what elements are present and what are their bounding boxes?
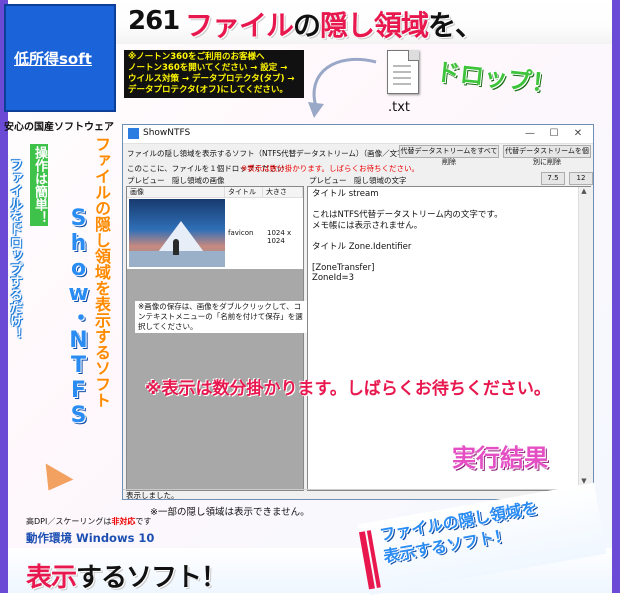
table-cell-size: 1024 x 1024 [267,229,292,245]
app-icon [128,128,139,139]
window-description: ファイルの隠し領域を表示するソフト（NTFS代替データストリーム）（画像／文字） [127,149,413,158]
dpi-note-suffix: です [135,517,152,526]
headline-part: の [293,9,321,42]
norton-notice-line: データプロテクタ(オフ)にしてください。 [128,85,288,95]
window-titlebar[interactable]: ShowNTFS — ☐ ✕ [123,125,593,144]
close-button[interactable]: ✕ [567,127,589,141]
dpi-note: 高DPI／スケーリングは非対応です [26,516,151,527]
right-frame-stripe [612,0,620,593]
scroll-up-icon[interactable]: ▲ [578,187,590,199]
preview-text-label: プレビュー 隠し領域の文字 [309,176,407,185]
headline-part: を、 [428,9,483,42]
headline-text: ファイルの隠し領域を、 [185,4,483,44]
wait-overlay-text: ※表示は数分掛かります。しばらくお待ちください。 [145,379,551,399]
delete-all-streams-button[interactable]: 代替データストリームをすべて削除 [399,145,499,166]
curved-arrow-icon [308,57,377,118]
file-icon-line [393,77,411,79]
norton-notice-line: ノートン360を開いてください → 設定 → [128,63,288,73]
vertical-scrollbar[interactable] [578,187,591,490]
image-preview-pane[interactable]: 画像 タイトル 大きさ favicon 1024 x 1024 [126,186,304,491]
dpi-note-unsupported: 非対応 [111,517,136,526]
bottom-headline: 表示するソフト！ [26,557,227,594]
drop-warning: ※表示は数分掛かります。しばらくお待ちください。 [241,164,420,173]
file-icon-line [393,83,411,85]
headline-part: ファイル [185,9,294,42]
table-header-title: タイトル [225,187,263,198]
environment-note: 動作環境 Windows 10 [26,531,155,545]
image-table: 画像 タイトル 大きさ favicon 1024 x 1024 [127,187,303,269]
headline-number: 261 [128,6,180,36]
file-icon-line [393,71,411,73]
bottom-headline-red: 表示 [26,563,77,593]
bottom-headline-black: するソフト！ [76,563,227,593]
text-file-icon [387,50,419,94]
headline-part: 隠し領域 [320,9,429,42]
table-cell-title: favicon [228,229,254,237]
partial-display-note: ※一部の隠し領域は表示できません。 [150,507,310,518]
side-text-simple: 操作は簡単！ [30,144,48,226]
side-text-show-ntfs: Show・NTFS [66,206,91,428]
file-extension-label: .txt [388,100,411,115]
side-text-drop: ファイルをドロップするだけ！ [7,158,22,340]
text-preview-pane[interactable]: タイトル stream これはNTFS代替データストリーム内の文字です。 メモ帳… [307,186,591,491]
result-overlay-text: 実行結果 [452,444,548,472]
window-title: ShowNTFS [143,128,191,138]
dpi-note-prefix: 高DPI／スケーリングは [26,517,112,526]
favicon-thumbnail[interactable] [129,199,225,267]
minimize-button[interactable]: — [519,127,541,141]
table-header-image: 画像 [127,187,225,198]
side-text-hidden: ファイルの隠し領域を表示するソフト [92,136,111,408]
preview-image-label: プレビュー 隠し領域の画像 [127,176,225,185]
norton-notice: ※ノートン360をご利用のお客様へ ノートン360を開いてください → 設定 →… [124,50,304,98]
image-save-note: ※画像の保存は、画像をダブルクリックして、コンテキストメニューの「名前を付けて保… [135,301,311,333]
file-icon-line [393,65,411,67]
norton-notice-line: ※ノートン360をご利用のお客様へ [128,52,265,62]
font-size-12-button[interactable]: 12 [569,172,593,185]
font-size-7-5-button[interactable]: 7.5 [541,172,565,185]
table-header-size: 大きさ [263,187,303,198]
brand-logo-text: 低所得soft [14,50,92,68]
delete-single-stream-button[interactable]: 代替データストリームを個別に削除 [503,145,591,166]
stream-text-content[interactable]: タイトル stream これはNTFS代替データストリーム内の文字です。 メモ帳… [312,189,574,284]
maximize-button[interactable]: ☐ [543,127,565,141]
norton-notice-line: ウイルス対策 → データプロテクタ(タブ) → [128,74,295,84]
brand-tagline: 安心の国産ソフトウェア [4,122,114,133]
thumbnail-figure [173,239,179,255]
